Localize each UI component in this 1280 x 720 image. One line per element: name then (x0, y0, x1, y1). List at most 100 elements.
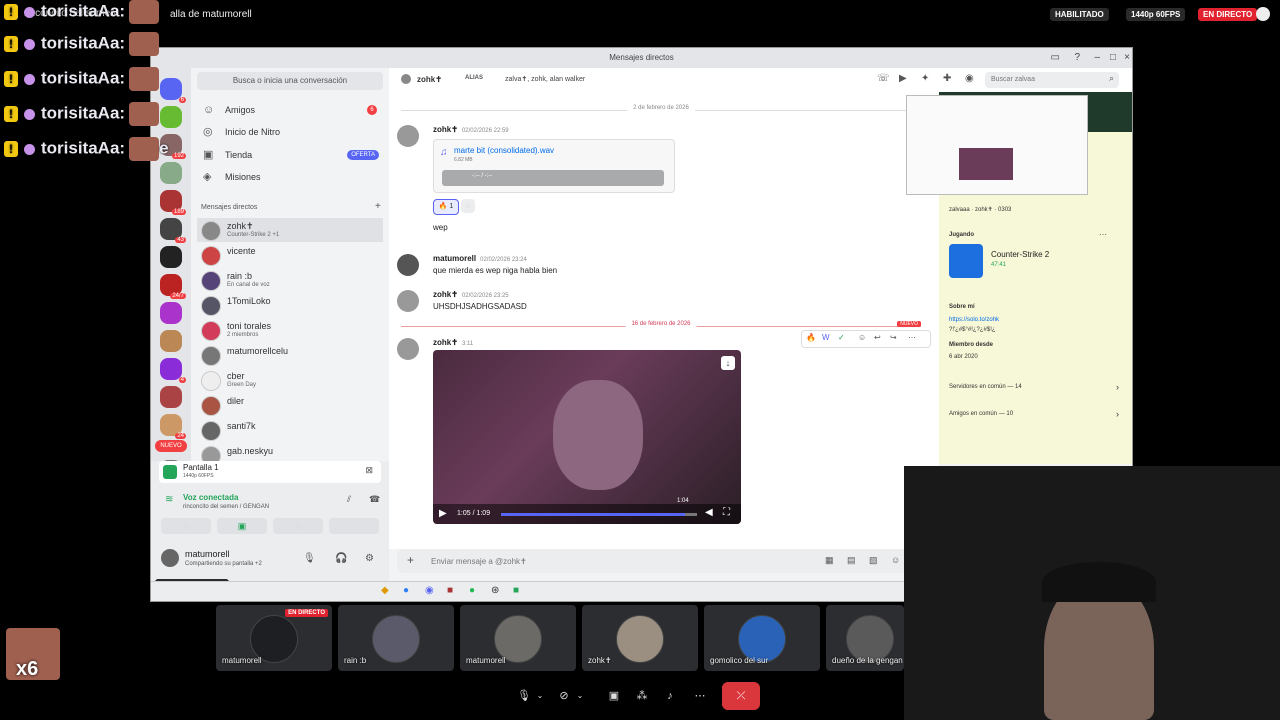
dm-item[interactable]: 1TomiLoko (197, 293, 383, 317)
server-icon[interactable]: 6 (160, 78, 186, 103)
nav-shop[interactable]: ▣ Tienda OFERTA (199, 145, 383, 165)
server-icon[interactable] (160, 330, 182, 352)
activities-icon[interactable]: ⁂ (632, 686, 652, 706)
chevron-down-icon[interactable]: ⌄ (530, 686, 550, 706)
participant-tile[interactable]: matumorell (460, 605, 576, 671)
nav-friends[interactable]: ☺ Amigos 6 (199, 100, 383, 120)
dm-item[interactable]: cber Green Day (197, 368, 383, 392)
dm-search-input[interactable]: Busca o inicia una conversación (197, 72, 383, 90)
message-composer[interactable]: + Enviar mensaje a @zohk✝ ▦ ▤ ▧ ☺ (397, 549, 917, 573)
dm-item[interactable]: diler (197, 393, 383, 417)
attachment-link[interactable]: marte bit (consolidated).wav (454, 146, 554, 155)
author-avatar[interactable] (397, 338, 419, 360)
taskbar-steam-icon[interactable]: ⊛ (491, 585, 499, 596)
minimize-icon[interactable]: – (1094, 48, 1100, 68)
new-servers-badge[interactable]: NUEVO (155, 440, 187, 452)
call-icon[interactable]: ☏ (877, 73, 890, 84)
sticker-icon[interactable]: ▧ (869, 555, 878, 566)
volume-icon[interactable]: ◀ (705, 507, 713, 518)
server-icon[interactable] (160, 106, 182, 128)
dm-item[interactable]: matumorellcelu (197, 343, 383, 367)
camera-off-button[interactable]: ⊘ (161, 518, 211, 534)
dm-item[interactable]: vicente (197, 243, 383, 267)
screen-share-button[interactable]: ▣ (217, 518, 267, 534)
play-icon[interactable]: ▶ (439, 508, 447, 519)
voice-channel-path[interactable]: rinconcito del semen / GENGAN (183, 504, 269, 510)
more-options-icon[interactable]: ⋯ (690, 686, 710, 706)
dm-item[interactable]: rain :b En canal de voz (197, 268, 383, 292)
taskbar-app-icon[interactable]: ■ (447, 585, 453, 596)
activity-more-icon[interactable]: ⋯ (1099, 230, 1107, 239)
author-avatar[interactable] (397, 254, 419, 276)
author-avatar[interactable] (397, 290, 419, 312)
microphone-icon[interactable]: 🎙 (303, 553, 316, 564)
server-icon[interactable]: 24/7 (160, 274, 186, 299)
participant-tile[interactable]: gomolico del sur (704, 605, 820, 671)
nav-nitro[interactable]: ◎ Inicio de Nitro (199, 122, 383, 142)
stream-title: alla de matumorell (170, 9, 252, 20)
add-reaction-icon[interactable]: ☺ (461, 199, 475, 213)
participant-tile[interactable]: EN DIRECTO matumorell (216, 605, 332, 671)
fullscreen-icon[interactable]: ⛶ (723, 507, 730, 518)
server-icon[interactable] (160, 302, 182, 324)
settings-gear-icon[interactable]: ⚙ (365, 553, 374, 564)
pin-icon[interactable]: ✦ (921, 73, 929, 84)
search-input[interactable]: Buscar zalvaa (985, 72, 1119, 88)
user-avatar[interactable] (161, 549, 179, 567)
taskbar-spotify-icon[interactable]: ● (469, 585, 475, 596)
taskbar-app-icon[interactable]: ■ (513, 585, 519, 596)
gift-icon[interactable]: ▦ (825, 555, 834, 566)
disconnect-button[interactable]: ⤫ (722, 682, 760, 710)
download-icon[interactable]: ↓ (721, 356, 735, 370)
server-icon[interactable]: 43 (160, 218, 186, 243)
participant-tile[interactable]: rain :b (338, 605, 454, 671)
server-icon[interactable]: 189 (160, 190, 186, 215)
participant-tile[interactable]: dueño de la gengan (826, 605, 904, 671)
dm-item[interactable]: zohk✝ Counter-Strike 2 +1 (197, 218, 383, 242)
mutual-friends[interactable]: Amigos en común — 10 › (949, 409, 1119, 419)
activities-button[interactable]: ⁂ (273, 518, 323, 534)
participant-tile[interactable]: zohk✝ (582, 605, 698, 671)
gif-icon[interactable]: ▤ (847, 555, 856, 566)
author-avatar[interactable] (397, 125, 419, 147)
video-progress[interactable] (501, 513, 697, 516)
profile-toggle-icon[interactable]: ◉ (965, 73, 974, 84)
headphones-icon[interactable]: 🎧 (335, 553, 347, 564)
reaction-button[interactable]: 🔥 1 (433, 199, 459, 215)
close-icon[interactable]: × (1124, 48, 1130, 68)
server-icon[interactable] (160, 162, 182, 184)
dm-item[interactable]: toni torales 2 miembros (197, 318, 383, 342)
inbox-icon[interactable]: ▭ (1051, 48, 1060, 68)
taskbar-app-icon[interactable]: ◆ (381, 585, 389, 596)
audio-player[interactable]: -:-- / -:-- (442, 170, 664, 186)
help-icon[interactable]: ? (1074, 48, 1080, 68)
avatar-icon[interactable] (1256, 7, 1270, 21)
maximize-icon[interactable]: □ (1110, 48, 1116, 68)
server-icon[interactable] (160, 386, 182, 408)
chevron-down-icon[interactable]: ⌄ (570, 686, 590, 706)
screen-share-card[interactable]: Pantalla 1 1440p 60FPS ⊠ (159, 461, 381, 483)
dm-item[interactable]: santi7k (197, 418, 383, 442)
noise-suppression-icon[interactable]: ⫽ (347, 494, 351, 505)
server-icon[interactable] (160, 246, 182, 268)
emoji-icon[interactable]: ☺ (891, 555, 900, 565)
server-icon[interactable]: 4 (160, 358, 186, 383)
disconnect-icon[interactable]: ☎ (369, 494, 380, 505)
soundboard-button[interactable]: ♪ (329, 518, 379, 534)
taskbar-discord-icon[interactable]: ◉ (425, 585, 434, 596)
server-icon[interactable]: 24 (160, 414, 186, 439)
soundboard-icon[interactable]: ♪ (660, 686, 680, 706)
new-dm-button[interactable]: + (375, 201, 381, 212)
video-call-icon[interactable]: ▶ (899, 73, 907, 84)
screen-share-icon[interactable]: ▣ (604, 686, 624, 706)
pip-stream-preview[interactable] (906, 95, 1088, 195)
taskbar-app-icon[interactable]: ● (403, 585, 409, 596)
video-attachment[interactable]: ↓ 1:04 ▶ 1:05 / 1:09 ◀ ⛶ (433, 350, 741, 524)
stop-share-icon[interactable]: ⊠ (365, 465, 373, 476)
nav-missions[interactable]: ◈ Misiones (199, 167, 383, 187)
add-friends-icon[interactable]: ✚ (943, 73, 951, 84)
dm-name[interactable]: zohk✝ (417, 75, 442, 84)
mutual-servers[interactable]: Servidores en común — 14 › (949, 382, 1119, 392)
about-link[interactable]: https://solo.to/zohk (949, 317, 999, 323)
attach-plus-icon[interactable]: + (407, 553, 414, 567)
